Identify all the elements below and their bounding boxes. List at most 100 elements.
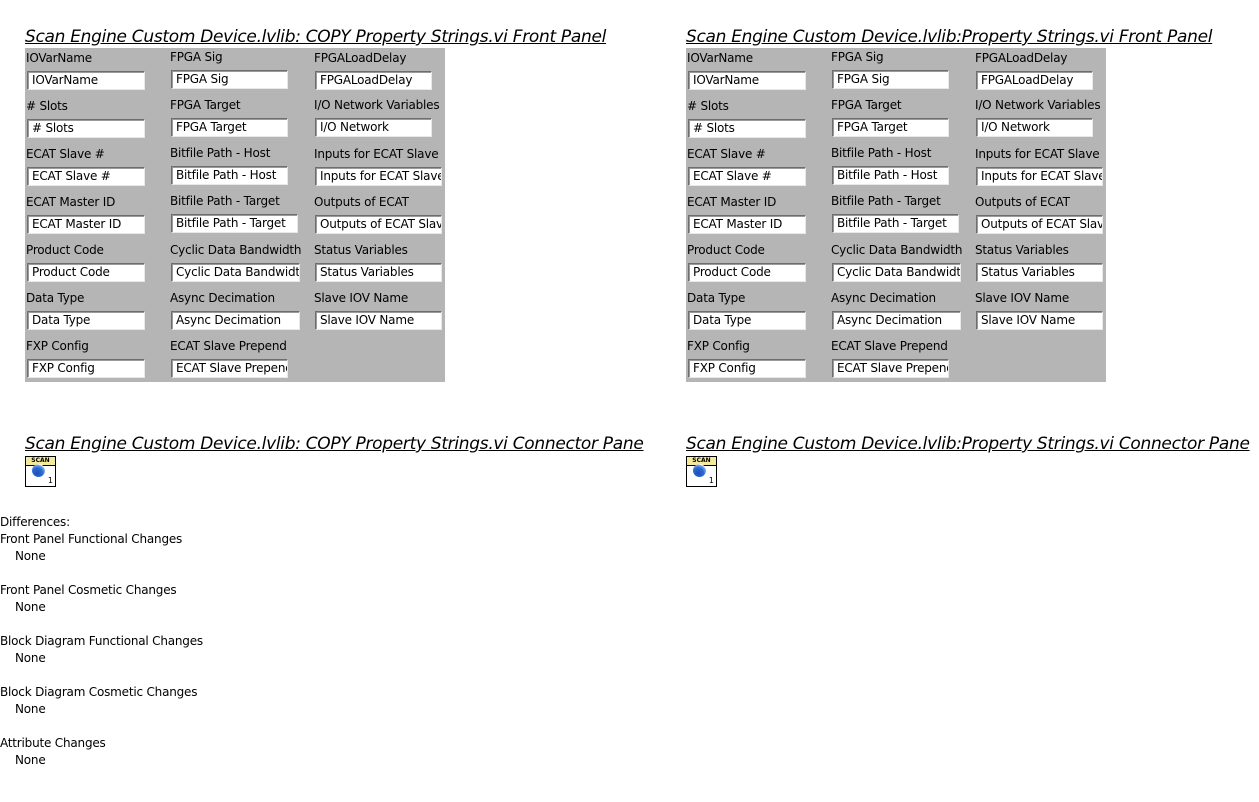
string-indicator[interactable]: Outputs of ECAT Slave — [315, 215, 442, 234]
string-indicator[interactable]: Slave IOV Name — [976, 311, 1103, 330]
difference-section-value: None — [15, 549, 46, 563]
string-indicator[interactable]: # Slots — [688, 119, 806, 138]
string-indicator[interactable]: Async Decimation — [832, 311, 961, 330]
difference-section-title: Front Panel Functional Changes — [0, 532, 183, 546]
difference-section-title: Block Diagram Functional Changes — [0, 634, 203, 648]
scan-engine-vi-icon[interactable]: SCAN 1 — [686, 456, 717, 487]
terminal-number: 1 — [47, 476, 53, 485]
string-indicator[interactable]: Bitfile Path - Host — [832, 166, 949, 185]
control-label: Inputs for ECAT Slave — [975, 147, 1100, 161]
left-front-panel-title: Scan Engine Custom Device.lvlib: COPY Pr… — [25, 27, 607, 47]
differences-section: Differences: Front Panel Functional Chan… — [0, 514, 203, 786]
string-indicator[interactable]: IOVarName — [688, 71, 806, 90]
control-label: ECAT Slave # — [26, 147, 105, 161]
control-label: FXP Config — [687, 339, 750, 353]
control-label: Status Variables — [975, 243, 1069, 257]
control-label: Outputs of ECAT — [975, 195, 1070, 209]
string-indicator[interactable]: ECAT Slave Prepend — [832, 359, 949, 378]
differences-heading: Differences: — [0, 515, 70, 529]
string-indicator[interactable]: Bitfile Path - Target — [832, 214, 959, 233]
control-label: Bitfile Path - Host — [831, 146, 932, 160]
difference-section-title: Block Diagram Cosmetic Changes — [0, 685, 198, 699]
control-label: Async Decimation — [170, 291, 275, 305]
control-label: # Slots — [687, 99, 729, 113]
string-indicator[interactable]: Status Variables — [976, 263, 1103, 282]
string-indicator[interactable]: I/O Network — [315, 118, 432, 137]
control-label: FPGA Sig — [170, 50, 223, 64]
string-indicator[interactable]: ECAT Slave # — [27, 167, 145, 186]
control-label: ECAT Slave # — [687, 147, 766, 161]
control-label: Bitfile Path - Target — [170, 194, 280, 208]
string-indicator[interactable]: FXP Config — [688, 359, 806, 378]
string-indicator[interactable]: Inputs for ECAT Slave — [976, 167, 1103, 186]
control-label: IOVarName — [687, 51, 753, 65]
string-indicator[interactable]: Outputs of ECAT Slave — [976, 215, 1103, 234]
left-front-panel: IOVarName IOVarName # Slots # Slots ECAT… — [25, 48, 445, 382]
right-connector-pane-title: Scan Engine Custom Device.lvlib:Property… — [686, 434, 1250, 454]
string-indicator[interactable]: Inputs for ECAT Slave — [315, 167, 442, 186]
control-label: FXP Config — [26, 339, 89, 353]
string-indicator[interactable]: Cyclic Data Bandwidth — [832, 263, 961, 282]
control-label: I/O Network Variables — [314, 98, 440, 112]
control-label: FPGALoadDelay — [314, 51, 407, 65]
string-indicator[interactable]: FPGA Target — [832, 118, 949, 137]
control-label: Slave IOV Name — [314, 291, 409, 305]
string-indicator[interactable]: ECAT Slave # — [688, 167, 806, 186]
control-label: Bitfile Path - Target — [831, 194, 941, 208]
control-label: Cyclic Data Bandwidth — [170, 243, 302, 257]
string-indicator[interactable]: FPGA Sig — [171, 70, 288, 89]
control-label: ECAT Slave Prepend — [831, 339, 948, 353]
control-label: Cyclic Data Bandwidth — [831, 243, 963, 257]
string-indicator[interactable]: Bitfile Path - Host — [171, 166, 288, 185]
string-indicator[interactable]: FPGA Sig — [832, 70, 949, 89]
string-indicator[interactable]: I/O Network — [976, 118, 1093, 137]
right-front-panel-title: Scan Engine Custom Device.lvlib:Property… — [686, 27, 1213, 47]
string-indicator[interactable]: ECAT Master ID — [688, 215, 806, 234]
string-indicator[interactable]: ECAT Slave Prepend — [171, 359, 288, 378]
string-indicator[interactable]: FPGA Target — [171, 118, 288, 137]
difference-section-title: Front Panel Cosmetic Changes — [0, 583, 177, 597]
string-indicator[interactable]: Data Type — [688, 311, 806, 330]
string-indicator[interactable]: FPGALoadDelay — [315, 71, 432, 90]
string-indicator[interactable]: FPGALoadDelay — [976, 71, 1093, 90]
string-indicator[interactable]: Data Type — [27, 311, 145, 330]
difference-section-title: Attribute Changes — [0, 736, 106, 750]
scan-engine-vi-icon[interactable]: SCAN 1 — [25, 456, 56, 487]
left-connector-pane-title: Scan Engine Custom Device.lvlib: COPY Pr… — [25, 434, 644, 454]
control-label: I/O Network Variables — [975, 98, 1101, 112]
control-label: FPGA Sig — [831, 50, 884, 64]
control-label: # Slots — [26, 99, 68, 113]
string-indicator[interactable]: IOVarName — [27, 71, 145, 90]
string-indicator[interactable]: Slave IOV Name — [315, 311, 442, 330]
control-label: Product Code — [687, 243, 765, 257]
string-indicator[interactable]: Async Decimation — [171, 311, 300, 330]
control-label: IOVarName — [26, 51, 92, 65]
string-indicator[interactable]: Bitfile Path - Target — [171, 214, 298, 233]
difference-section-value: None — [15, 753, 46, 767]
globe-icon — [693, 464, 706, 477]
difference-section-value: None — [15, 600, 46, 614]
control-label: Product Code — [26, 243, 104, 257]
control-label: Async Decimation — [831, 291, 936, 305]
control-label: ECAT Slave Prepend — [170, 339, 287, 353]
string-indicator[interactable]: ECAT Master ID — [27, 215, 145, 234]
right-front-panel: IOVarName IOVarName # Slots # Slots ECAT… — [686, 48, 1106, 382]
control-label: FPGALoadDelay — [975, 51, 1068, 65]
difference-section-value: None — [15, 702, 46, 716]
string-indicator[interactable]: # Slots — [27, 119, 145, 138]
string-indicator[interactable]: Status Variables — [315, 263, 442, 282]
string-indicator[interactable]: FXP Config — [27, 359, 145, 378]
control-label: FPGA Target — [170, 98, 241, 112]
string-indicator[interactable]: Product Code — [27, 263, 145, 282]
control-label: Slave IOV Name — [975, 291, 1070, 305]
control-label: Outputs of ECAT — [314, 195, 409, 209]
terminal-number: 1 — [708, 476, 714, 485]
string-indicator[interactable]: Cyclic Data Bandwidth — [171, 263, 300, 282]
control-label: Inputs for ECAT Slave — [314, 147, 439, 161]
control-label: Status Variables — [314, 243, 408, 257]
control-label: Bitfile Path - Host — [170, 146, 271, 160]
string-indicator[interactable]: Product Code — [688, 263, 806, 282]
control-label: ECAT Master ID — [26, 195, 116, 209]
difference-section-value: None — [15, 651, 46, 665]
globe-icon — [32, 464, 45, 477]
